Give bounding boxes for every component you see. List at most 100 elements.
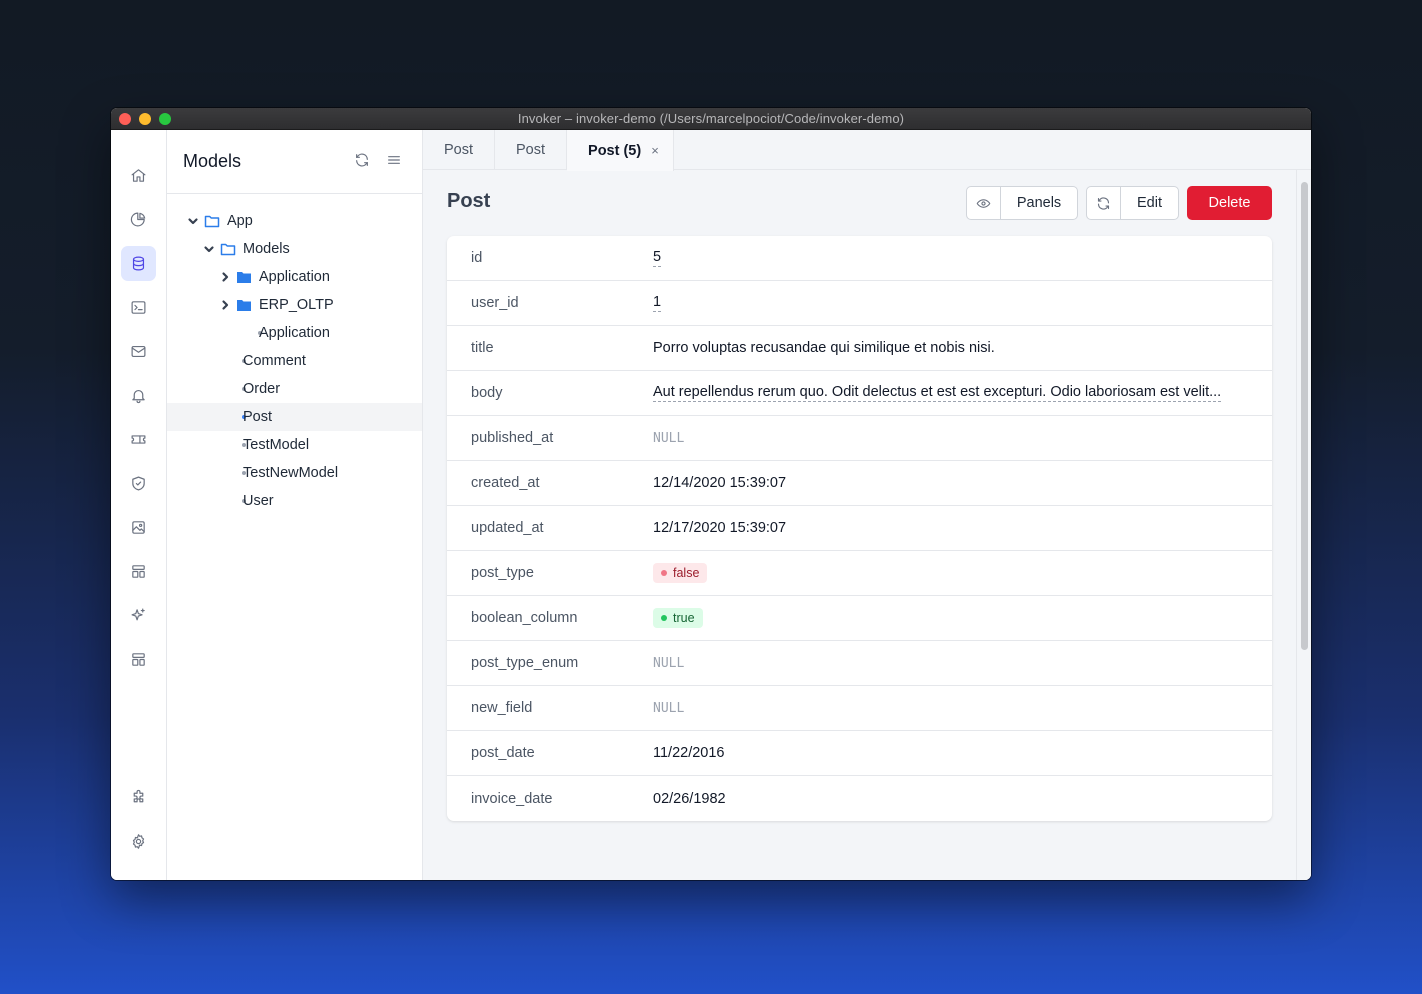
nav-notifications[interactable] (121, 378, 156, 413)
badge-text: false (673, 566, 700, 580)
field-row: published_at NULL (447, 416, 1272, 461)
scrollbar-thumb[interactable] (1301, 182, 1308, 650)
main-content: Post Post Post (5) × Post Panels Edit Delet… (423, 130, 1311, 880)
chevron-right-icon[interactable] (219, 271, 231, 283)
tree-item[interactable]: TestNewModel (167, 459, 422, 487)
tree-item[interactable]: App (167, 207, 422, 235)
field-name: title (471, 340, 494, 356)
nav-settings[interactable] (121, 824, 156, 859)
field-value: false (653, 563, 708, 583)
refresh-models-button[interactable] (354, 152, 372, 170)
edit-button-group: Edit (1086, 186, 1179, 220)
models-panel-header: Models (167, 130, 422, 194)
status-dot-icon (661, 570, 667, 576)
folder-icon (236, 298, 252, 312)
nav-mail[interactable] (121, 334, 156, 369)
maximize-window-button[interactable] (159, 113, 171, 125)
tree-item-label: Application (259, 325, 330, 341)
icon-rail (111, 130, 167, 880)
pie-chart-icon (130, 212, 146, 227)
template-icon (132, 653, 145, 666)
folder-icon (236, 270, 252, 284)
field-row: title Porro voluptas recusandae qui simil… (447, 326, 1272, 371)
tree-item[interactable]: TestModel (167, 431, 422, 459)
field-row: id 5 (447, 236, 1272, 281)
field-name: invoice_date (471, 790, 553, 807)
record-header: Post Panels Edit Delete (447, 186, 1272, 220)
nav-database[interactable] (121, 246, 156, 281)
delete-button[interactable]: Delete (1187, 186, 1272, 220)
tree-item[interactable]: Application (167, 263, 422, 291)
nav-security[interactable] (121, 466, 156, 501)
field-value: 12/17/2020 15:39:07 (653, 520, 787, 536)
tree-item-label: TestNewModel (243, 465, 339, 481)
models-panel: Models App Models Application ERP_OLTP Appli… (167, 130, 423, 880)
tree-item-label: Comment (243, 353, 306, 369)
models-menu-button[interactable] (386, 152, 404, 170)
field-row: invoice_date 02/26/1982 (447, 776, 1272, 821)
mail-icon (131, 345, 146, 358)
nav-extensions[interactable] (121, 780, 156, 815)
preview-button[interactable] (967, 187, 1001, 219)
field-name: post_type (471, 565, 534, 581)
models-panel-title: Models (183, 151, 242, 171)
nav-layouts[interactable] (121, 642, 156, 677)
field-name: new_field (471, 700, 533, 716)
nav-media[interactable] (121, 510, 156, 545)
sparkles-icon (131, 608, 145, 621)
tree-item[interactable]: Order (167, 375, 422, 403)
close-window-button[interactable] (119, 113, 131, 125)
nav-dashboard[interactable] (121, 202, 156, 237)
close-tab-icon[interactable]: × (651, 143, 659, 158)
reload-record-button[interactable] (1087, 187, 1121, 219)
edit-button[interactable]: Edit (1121, 187, 1178, 219)
chevron-right-icon[interactable] (219, 299, 231, 311)
nav-tickets[interactable] (121, 422, 156, 457)
tree-item[interactable]: Models (167, 235, 422, 263)
tab-post[interactable]: Post (5) × (567, 130, 674, 171)
minimize-window-button[interactable] (139, 113, 151, 125)
tree-item[interactable]: Post (167, 403, 422, 431)
field-row: post_date 11/22/2016 (447, 731, 1272, 776)
field-row: boolean_column true (447, 596, 1272, 641)
record-title: Post (447, 190, 491, 212)
scrollbar[interactable] (1296, 170, 1311, 880)
nav-terminal[interactable] (121, 290, 156, 325)
tab-post[interactable]: Post (495, 130, 568, 170)
tree-item[interactable]: Application (167, 319, 422, 347)
field-name: published_at (471, 430, 554, 446)
chevron-down-icon[interactable] (187, 215, 199, 227)
badge-text: true (673, 611, 695, 625)
home-icon (131, 169, 146, 182)
tree-item[interactable]: ERP_OLTP (167, 291, 422, 319)
field-name: post_type_enum (471, 655, 579, 671)
field-value: NULL (653, 700, 685, 716)
tab-post[interactable]: Post (423, 130, 496, 170)
tree-item-label: Models (243, 241, 290, 257)
field-value-link[interactable]: 1 (653, 294, 662, 312)
field-value: NULL (653, 655, 685, 671)
tree-item-label: ERP_OLTP (259, 297, 334, 313)
nav-templates[interactable] (121, 554, 156, 589)
window-title: Invoker – invoker-demo (/Users/marcelpoc… (517, 111, 905, 126)
field-row: created_at 12/14/2020 15:39:07 (447, 461, 1272, 506)
tab-label: Post (5) (588, 142, 642, 159)
refresh-icon (1097, 196, 1110, 210)
tree-item-label: Post (243, 409, 273, 425)
tree-item[interactable]: User (167, 487, 422, 515)
tree-item-label: User (243, 493, 274, 509)
terminal-icon (131, 301, 146, 314)
field-value: 11/22/2016 (653, 745, 725, 761)
title-bar[interactable]: Invoker – invoker-demo (/Users/marcelpoc… (111, 108, 1311, 130)
tree-item-label: Application (259, 269, 330, 285)
nav-home[interactable] (121, 158, 156, 193)
chevron-down-icon[interactable] (203, 243, 215, 255)
bell-icon (132, 389, 145, 404)
field-row: post_type false (447, 551, 1272, 596)
panels-button[interactable]: Panels (1001, 187, 1077, 219)
field-value-link[interactable]: Aut repellendus rerum quo. Odit delectus… (653, 384, 1222, 402)
field-name: user_id (471, 295, 519, 311)
nav-sparkles[interactable] (121, 598, 156, 633)
tree-item[interactable]: Comment (167, 347, 422, 375)
field-value-link[interactable]: 5 (653, 249, 662, 267)
